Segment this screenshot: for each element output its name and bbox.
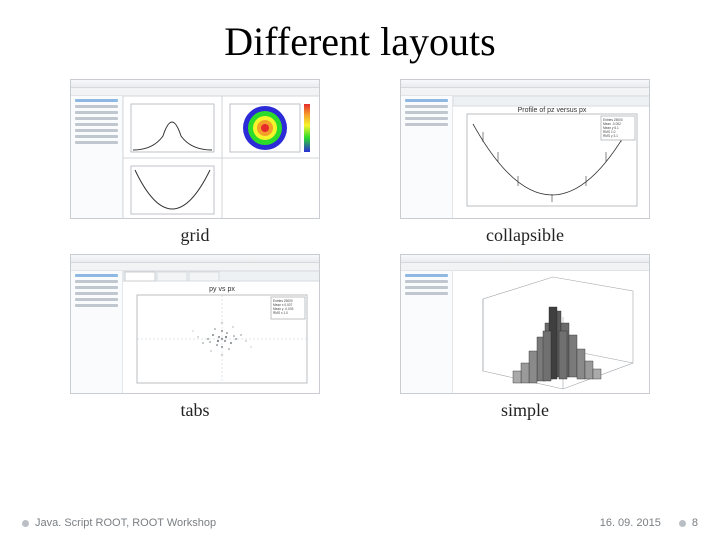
svg-text:Profile of pz versus px: Profile of pz versus px: [518, 107, 587, 114]
cell-tabs: py vs px: [60, 254, 330, 421]
bullet-icon: [679, 520, 686, 527]
thumb-grid: [70, 79, 320, 219]
footer: Java. Script ROOT, ROOT Workshop 16. 09.…: [0, 514, 720, 532]
caption-collapsible: collapsible: [486, 225, 564, 246]
cell-grid: grid: [60, 79, 330, 246]
svg-text:RMS x 1.0: RMS x 1.0: [273, 311, 288, 315]
slide: Different layouts: [0, 0, 720, 540]
svg-text:RMS y 3.1: RMS y 3.1: [603, 134, 618, 138]
thumb-tabs: py vs px: [70, 254, 320, 394]
bullet-icon: [22, 520, 29, 527]
cell-collapsible: Profile of pz versus px: [390, 79, 660, 246]
caption-tabs: tabs: [181, 400, 210, 421]
page-title: Different layouts: [0, 0, 720, 65]
cell-simple: simple: [390, 254, 660, 421]
svg-text:py vs px: py vs px: [209, 286, 235, 293]
simple-svg: [453, 271, 650, 394]
footer-left: Java. Script ROOT, ROOT Workshop: [35, 517, 216, 529]
grid-svg: [123, 96, 320, 219]
footer-date: 16. 09. 2015: [600, 517, 661, 529]
thumb-simple: [400, 254, 650, 394]
thumb-collapsible: Profile of pz versus px: [400, 79, 650, 219]
tabs-svg: py vs px: [123, 271, 320, 394]
footer-page: 8: [692, 517, 698, 529]
layout-grid: grid Profile of pz versus px: [0, 65, 720, 421]
caption-grid: grid: [181, 225, 210, 246]
caption-simple: simple: [501, 400, 549, 421]
collapsible-svg: Profile of pz versus px: [453, 96, 650, 219]
